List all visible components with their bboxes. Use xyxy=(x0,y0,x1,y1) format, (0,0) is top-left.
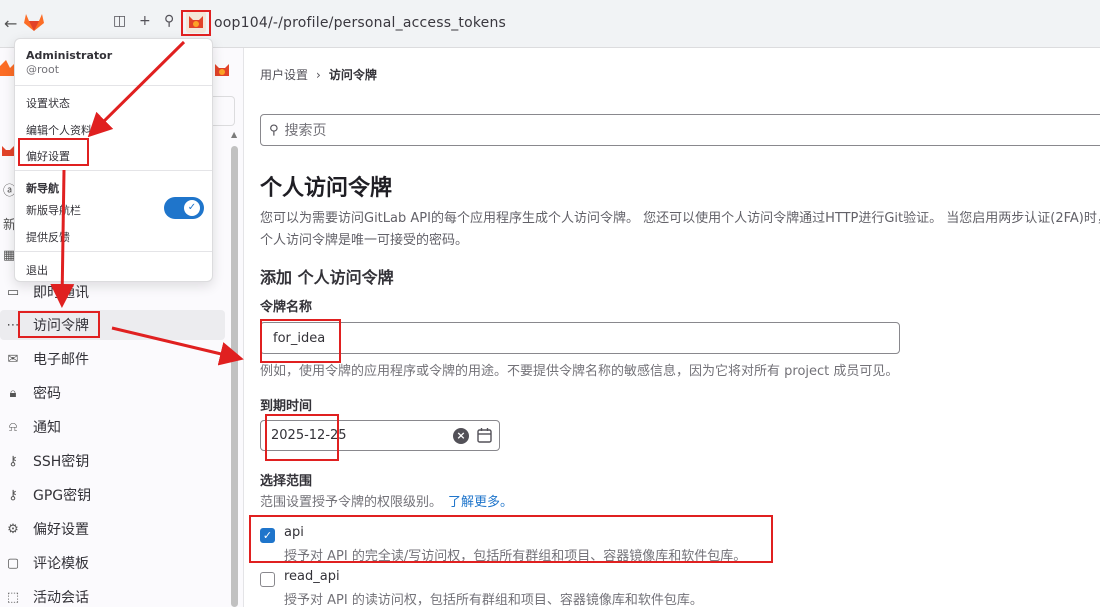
gitlab-logo-icon[interactable] xyxy=(23,12,45,32)
sidebar-item-label: 访问令牌 xyxy=(33,318,89,334)
sidebar-item-label: SSH密钥 xyxy=(33,454,90,470)
sessions-icon: ⬚ xyxy=(6,589,20,605)
search-input[interactable]: ⚲ 搜索页 xyxy=(260,114,1100,146)
chevron-right-icon: › xyxy=(316,67,321,82)
preferences-item[interactable]: 偏好设置 xyxy=(26,148,70,164)
sidebar-item-ssh-keys[interactable]: ⚷ SSH密钥 xyxy=(0,446,225,476)
sidebar-item-active-sessions[interactable]: ⬚ 活动会话 xyxy=(0,582,225,612)
comment-template-icon: ▢ xyxy=(6,555,20,571)
expiry-date-field[interactable]: 2025-12-25 × xyxy=(260,420,500,451)
bell-icon: ⍾ xyxy=(8,419,18,435)
section-title: 添加 个人访问令牌 xyxy=(260,268,394,287)
search-placeholder: 搜索页 xyxy=(284,123,327,139)
mail-icon: ✉ xyxy=(7,351,19,367)
expiry-label: 到期时间 xyxy=(260,399,313,414)
breadcrumb-current[interactable]: 访问令牌 xyxy=(329,66,377,83)
learn-more-link[interactable]: 了解更多。 xyxy=(448,495,513,510)
scopes-label: 选择范围 xyxy=(260,474,313,489)
sidebar-item-label: 活动会话 xyxy=(33,590,89,606)
plus-icon[interactable]: + xyxy=(139,13,151,29)
sidebar-item-comment-templates[interactable]: ▢ 评论模板 xyxy=(0,548,225,578)
sidebar-item-access-tokens[interactable]: ⋯ 访问令牌 xyxy=(0,310,225,340)
avatar-icon[interactable] xyxy=(186,11,206,33)
sidebar-item-label: 电子邮件 xyxy=(33,352,89,368)
api-checkbox[interactable]: ✓ xyxy=(260,528,275,543)
avatar-icon[interactable] xyxy=(213,60,231,80)
scope-name: read_api xyxy=(284,569,340,584)
sidebar-item-email[interactable]: ✉ 电子邮件 xyxy=(0,344,225,374)
provide-feedback-item[interactable]: 提供反馈 xyxy=(26,229,70,245)
sidebar-item-label: GPG密钥 xyxy=(33,488,92,504)
scopes-help-text: 范围设置授予令牌的权限级别。 xyxy=(260,495,443,510)
sidebar-toggle-icon[interactable]: ◫ xyxy=(113,13,126,29)
sidebar-item-label: 即时通讯 xyxy=(33,285,89,301)
calendar-icon[interactable] xyxy=(477,427,492,443)
sidebar-item-label: 评论模板 xyxy=(33,556,89,572)
breadcrumb: 用户设置 › 访问令牌 xyxy=(260,66,377,83)
sidebar-item-label: 密码 xyxy=(33,386,61,402)
new-nav-toggle[interactable]: ✓ xyxy=(164,197,204,219)
scope-name: api xyxy=(284,525,304,540)
scopes-help: 范围设置授予令牌的权限级别。 了解更多。 xyxy=(260,491,513,510)
new-nav-header: 新导航 xyxy=(26,182,59,195)
ellipsis-token-icon: ⋯ xyxy=(6,317,20,333)
expiry-date-value: 2025-12-25 xyxy=(271,428,347,443)
token-name-label: 令牌名称 xyxy=(260,300,313,315)
user-full-name: Administrator xyxy=(26,49,113,62)
token-name-input[interactable] xyxy=(260,322,900,354)
sidebar-item-password[interactable]: 🔒︎ 密码 xyxy=(0,378,225,408)
breadcrumb-item[interactable]: 用户设置 xyxy=(260,66,308,83)
avatar-icon xyxy=(2,143,14,157)
key-icon: ⚷ xyxy=(8,453,18,469)
key-icon: ⚷ xyxy=(8,487,18,503)
search-icon: ⚲ xyxy=(269,122,279,138)
user-menu-dropdown: Administrator @root 设置状态 编辑个人资料 偏好设置 新导航… xyxy=(14,38,213,282)
clear-icon[interactable]: × xyxy=(453,428,469,444)
search-icon[interactable]: ⚲ xyxy=(164,13,174,29)
scope-description: 授予对 API 的完全读/写访问权，包括所有群组和项目、容器镜像库和软件包库。 xyxy=(284,549,747,564)
lock-icon: 🔒︎ xyxy=(9,385,17,401)
new-nav-toggle-label: 新版导航栏 xyxy=(26,204,81,217)
set-status-item[interactable]: 设置状态 xyxy=(26,95,70,111)
sidebar-item-notifications[interactable]: ⍾ 通知 xyxy=(0,412,225,442)
chat-bubble-icon: ▭ xyxy=(6,284,20,300)
gitlab-toolbar: ◫ + ⚲ xyxy=(14,10,213,36)
sidebar-item-label: 通知 xyxy=(33,420,61,436)
sidebar-item-gpg-keys[interactable]: ⚷ GPG密钥 xyxy=(0,480,225,510)
page-title: 个人访问令牌 xyxy=(260,176,393,201)
gitlab-logo-icon[interactable] xyxy=(0,56,14,80)
page-description: 您可以为需要访问GitLab API的每个应用程序生成个人访问令牌。 您还可以使… xyxy=(260,211,1100,248)
sidebar-search-stub[interactable] xyxy=(213,96,235,126)
edit-profile-item[interactable]: 编辑个人资料 xyxy=(26,122,92,138)
read-api-checkbox[interactable] xyxy=(260,572,275,587)
check-icon: ✓ xyxy=(184,200,200,216)
scope-description: 授予对 API 的读访问权，包括所有群组和项目、容器镜像库和软件包库。 xyxy=(284,593,703,608)
main-content: 用户设置 › 访问令牌 ⚲ 搜索页 个人访问令牌 您可以为需要访问GitLab … xyxy=(244,48,1100,608)
scroll-up-icon[interactable]: ▲ xyxy=(231,130,237,139)
token-name-help: 例如，使用令牌的应用程序或令牌的用途。不要提供令牌名称的敏感信息，因为它将对所有… xyxy=(260,364,899,379)
sign-out-item[interactable]: 退出 xyxy=(26,262,48,278)
username: @root xyxy=(26,63,60,76)
url-text[interactable]: oop104/-/profile/personal_access_tokens xyxy=(214,15,506,31)
sidebar-scrollbar[interactable]: ▲ xyxy=(230,130,239,607)
sidebar-item-preferences[interactable]: ⚙ 偏好设置 xyxy=(0,514,225,544)
preferences-icon: ⚙ xyxy=(7,521,19,537)
sidebar-item-label: 偏好设置 xyxy=(33,522,89,538)
